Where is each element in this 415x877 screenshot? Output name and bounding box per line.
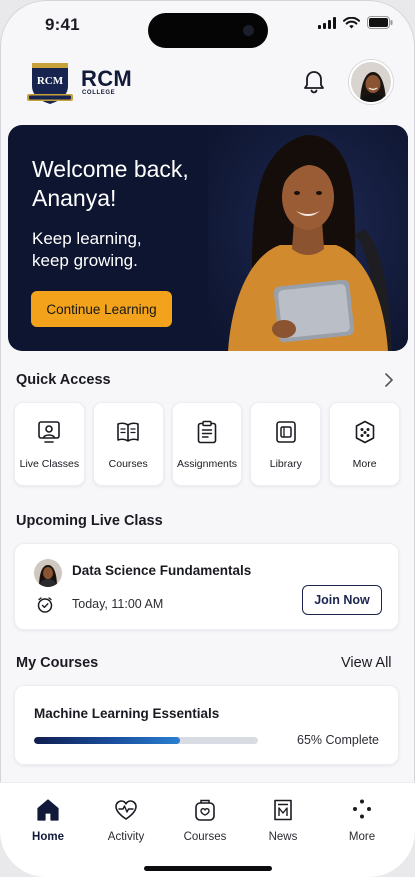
nav-label: Courses [183, 831, 227, 843]
home-indicator[interactable] [144, 866, 272, 871]
nav-label: More [348, 831, 376, 843]
phone-screen: 9:41 RCM RCM COLLEGE Welcome back, Anany… [0, 0, 415, 877]
continue-learning-button[interactable]: Continue Learning [31, 291, 172, 327]
instructor-photo [34, 559, 62, 587]
more-dots-icon [353, 799, 371, 819]
status-icons [318, 16, 393, 29]
quick-access-label: Courses [108, 458, 148, 470]
instructor-avatar [34, 559, 62, 587]
more-dots-icon [355, 420, 374, 444]
quick-access-live-classes[interactable]: Live Classes [14, 402, 85, 486]
nav-more[interactable]: More [327, 797, 397, 843]
signal-icon [318, 16, 336, 29]
quick-access-library[interactable]: Library [250, 402, 322, 486]
nav-home[interactable]: Home [13, 797, 83, 843]
quick-access-label: Library [269, 458, 302, 470]
upcoming-live-class-title: Upcoming Live Class [16, 513, 163, 529]
quick-access-label: Assignments [176, 458, 238, 470]
quick-access-assignments[interactable]: Assignments [171, 402, 243, 486]
view-all-link[interactable]: View All [341, 655, 392, 671]
home-icon [37, 799, 59, 821]
status-time: 9:41 [45, 15, 80, 34]
quick-access-title: Quick Access [16, 372, 111, 388]
library-icon [275, 421, 296, 443]
status-bar: 9:41 [0, 0, 415, 52]
brand-subtitle: COLLEGE [82, 90, 116, 96]
avatar[interactable] [349, 60, 393, 104]
camera-icon [243, 25, 254, 36]
quick-access-label: More [352, 458, 377, 470]
welcome-title: Welcome back, Ananya! [32, 156, 189, 211]
course-card[interactable]: Machine Learning Essentials 65% Complete [14, 685, 399, 765]
nav-label: Activity [107, 831, 145, 843]
quick-access-more[interactable]: More [329, 402, 400, 486]
courses-icon [195, 799, 215, 821]
clock-icon [37, 597, 53, 613]
dynamic-island [148, 13, 268, 48]
student-illustration [208, 125, 408, 351]
upcoming-class-card[interactable]: Data Science Fundamentals Today, 11:00 A… [14, 543, 399, 630]
quick-access-grid: Live Classes Courses Assignments Library… [14, 402, 400, 486]
clipboard-icon [197, 420, 217, 444]
nav-label: News [268, 831, 298, 843]
course-progress-bar [34, 737, 258, 744]
wifi-icon [343, 16, 360, 28]
quick-access-courses[interactable]: Courses [92, 402, 164, 486]
bottom-navigation: Home Activity Courses News More [0, 782, 415, 877]
course-progress-text: 65% Complete [297, 733, 379, 747]
nav-activity[interactable]: Activity [91, 797, 161, 843]
welcome-subtitle: Keep learning, keep growing. [32, 229, 142, 270]
app-header: RCM RCM COLLEGE [0, 58, 415, 108]
quick-access-label: Live Classes [19, 458, 80, 470]
welcome-banner: Welcome back, Ananya! Keep learning, kee… [8, 125, 408, 351]
chevron-right-icon[interactable] [384, 373, 394, 387]
nav-label: Home [32, 831, 64, 843]
course-name: Machine Learning Essentials [34, 706, 220, 721]
live-class-name: Data Science Fundamentals [72, 563, 252, 578]
college-crest-logo: RCM [27, 63, 73, 104]
heart-pulse-icon [115, 800, 137, 820]
join-now-button[interactable]: Join Now [302, 585, 382, 615]
live-class-icon [38, 421, 61, 443]
nav-news[interactable]: News [248, 797, 318, 843]
live-class-time: Today, 11:00 AM [72, 597, 164, 611]
profile-photo [351, 62, 391, 102]
notifications-button[interactable] [300, 66, 328, 98]
course-progress-fill [34, 737, 180, 744]
news-icon [274, 799, 292, 821]
book-icon [117, 422, 139, 442]
nav-courses[interactable]: Courses [170, 797, 240, 843]
bell-icon [304, 71, 324, 94]
battery-icon [367, 16, 393, 29]
brand-name: RCM [81, 66, 133, 91]
my-courses-title: My Courses [16, 655, 99, 671]
crest-text: RCM [37, 75, 64, 87]
